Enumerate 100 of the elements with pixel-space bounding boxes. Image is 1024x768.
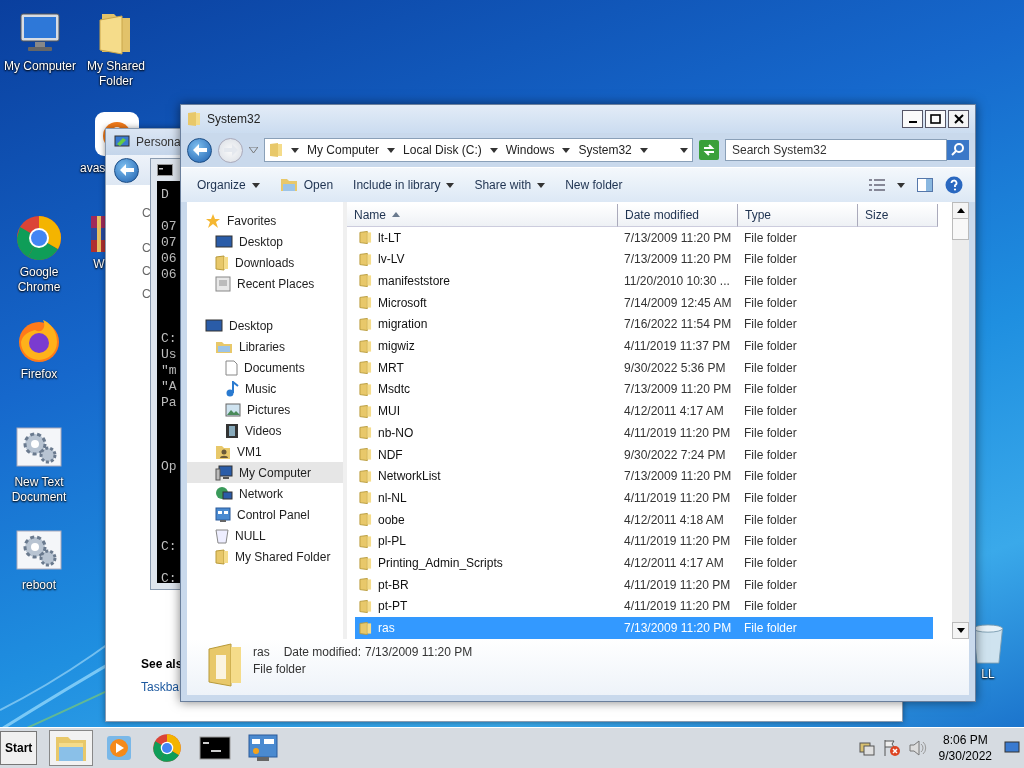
file-row[interactable]: NetworkList 7/13/2009 11:20 PM File folder [355,465,933,488]
control-panel-icon [215,506,231,523]
column-header[interactable]: Type [738,204,858,227]
desktop-icon-label[interactable]: reboot [22,578,56,593]
desktop-icon-label[interactable]: LL [981,667,995,682]
nav-item[interactable]: VM1 [187,441,343,462]
monitor-icon [215,234,233,249]
file-row[interactable]: Microsoft 7/14/2009 12:45 AM File folder [355,291,933,314]
personalize-icon [114,135,130,149]
nav-item[interactable]: My Computer [187,462,343,483]
desktop-icon-label[interactable]: My Shared Folder [76,59,156,89]
scrollbar[interactable] [952,202,969,639]
breadcrumb-item[interactable]: My Computer [307,143,380,157]
date-cell-text: 7/13/2009 11:20 PM [623,382,733,397]
console-line: 06 [161,251,177,266]
chrome-icon [152,733,183,763]
file-row[interactable]: pl-PL 4/11/2019 11:20 PM File folder [355,530,933,553]
folder-icon [207,643,243,687]
desktop-icon-label[interactable]: avas [80,161,106,176]
desktop-icon-label[interactable]: My Computer [4,59,76,74]
folder-icon [215,548,229,565]
file-row[interactable]: Msdtc 7/13/2009 11:20 PM File folder [355,378,933,401]
task-link[interactable]: C [142,206,151,220]
start-button[interactable]: Start [0,731,38,765]
file-row[interactable]: lv-LV 7/13/2009 11:20 PM File folder [355,248,933,271]
nav-item[interactable]: Documents [187,357,343,378]
file-row[interactable]: nl-NL 4/11/2019 11:20 PM File folder [355,487,933,509]
nav-item[interactable]: Downloads [187,252,343,273]
file-row[interactable]: MUI 4/12/2011 4:17 AM File folder [355,400,933,422]
column-header[interactable]: Date modified [618,204,738,227]
clock[interactable]: 8:06 PM 9/30/2022 [932,732,998,764]
address-bar[interactable]: My Computer Local Disk (C:) Windows System32 [264,138,693,162]
maximize-button[interactable] [925,110,946,128]
column-header[interactable]: Size [858,204,938,227]
file-name: migration [378,317,429,332]
file-row[interactable]: nb-NO 4/11/2019 11:20 PM File folder [355,422,933,444]
back-button[interactable] [187,137,212,163]
scroll-down-icon[interactable] [956,628,965,633]
file-row[interactable]: oobe 4/12/2011 4:18 AM File folder [355,508,933,531]
folder-icon [359,251,372,267]
console-line: D [161,187,169,202]
minimize-button[interactable] [902,110,923,128]
file-row[interactable]: manifeststore 11/20/2010 10:30 ... File folder [355,270,933,292]
breadcrumb-item[interactable]: System32 [578,143,632,157]
toolbar-button[interactable]: Open [271,174,342,196]
desktop-icon-label[interactable]: Firefox [20,367,58,382]
desktop-icon-label[interactable]: W [93,257,105,272]
breadcrumb-item[interactable]: Windows [505,143,555,157]
nav-item[interactable]: Desktop [187,315,343,336]
toolbar-button[interactable]: Include in library [345,175,463,195]
column-header[interactable]: Name [347,204,618,227]
speaker-icon [908,740,927,756]
scroll-up-icon[interactable] [956,208,965,213]
nav-item[interactable]: Music [187,378,343,399]
nav-item[interactable]: Pictures [187,399,343,420]
forward-arrow-icon [223,144,238,156]
close-icon [953,114,964,124]
date-cell-text: 4/11/2019 11:20 PM [623,425,732,440]
refresh-icon[interactable] [699,140,719,160]
task-link[interactable]: C [142,264,151,278]
nav-item[interactable]: Desktop [187,231,343,252]
desktop-icon-label[interactable]: Google Chrome [0,265,78,295]
file-row[interactable]: NDF 9/30/2022 7:24 PM File folder [355,443,933,466]
folder-icon [359,555,372,571]
desktop-icon-label[interactable]: New Text Document [0,475,78,505]
music-note-icon [225,380,239,397]
nav-item[interactable]: Recent Places [187,273,343,294]
toolbar-button[interactable]: Share with [466,175,554,195]
tray-button[interactable] [856,740,877,756]
scroll-thumb[interactable] [952,218,969,240]
window-title: Persona [136,135,181,149]
toolbar-button[interactable]: Organize [189,175,268,195]
folder-icon [359,338,372,354]
nav-item[interactable]: Network [187,483,343,504]
file-row[interactable]: MRT 9/30/2022 5:36 PM File folder [355,356,933,379]
file-row[interactable]: pt-BR 4/11/2019 11:20 PM File folder [355,573,933,596]
file-row[interactable]: migration 7/16/2022 11:54 PM File folder [355,313,933,336]
type-cell-text: File folder [743,295,798,310]
date-cell-text: 7/14/2009 12:45 AM [623,295,733,310]
task-link[interactable]: C [142,287,151,301]
search-icon[interactable] [947,140,969,160]
file-row[interactable]: lt-LT 7/13/2009 11:20 PM File folder [355,226,933,249]
nav-item[interactable]: Control Panel [187,504,343,525]
nav-item[interactable]: NULL [187,525,343,546]
nav-item[interactable]: Libraries [187,336,343,357]
breadcrumb-item[interactable]: Local Disk (C:) [403,143,482,157]
show-desktop-button[interactable] [1002,741,1022,755]
file-name: pt-BR [378,577,410,592]
file-row[interactable]: Printing_Admin_Scripts 4/12/2011 4:17 AM File folder [355,552,933,574]
nav-item[interactable]: My Shared Folder [187,546,343,567]
nav-item[interactable]: Favorites [187,210,343,231]
file-row[interactable]: pt-PT 4/11/2019 11:20 PM File folder [355,595,933,618]
search-field[interactable]: Search System32 [725,139,947,161]
file-row[interactable]: migwiz 4/11/2019 11:37 PM File folder [355,335,933,357]
toolbar-button[interactable]: New folder [557,175,631,195]
back-button[interactable] [114,157,139,183]
nav-item[interactable]: Videos [187,420,343,441]
close-button[interactable] [948,110,969,128]
task-link[interactable]: C [142,241,151,255]
taskbar-link[interactable]: Taskba [141,680,180,694]
